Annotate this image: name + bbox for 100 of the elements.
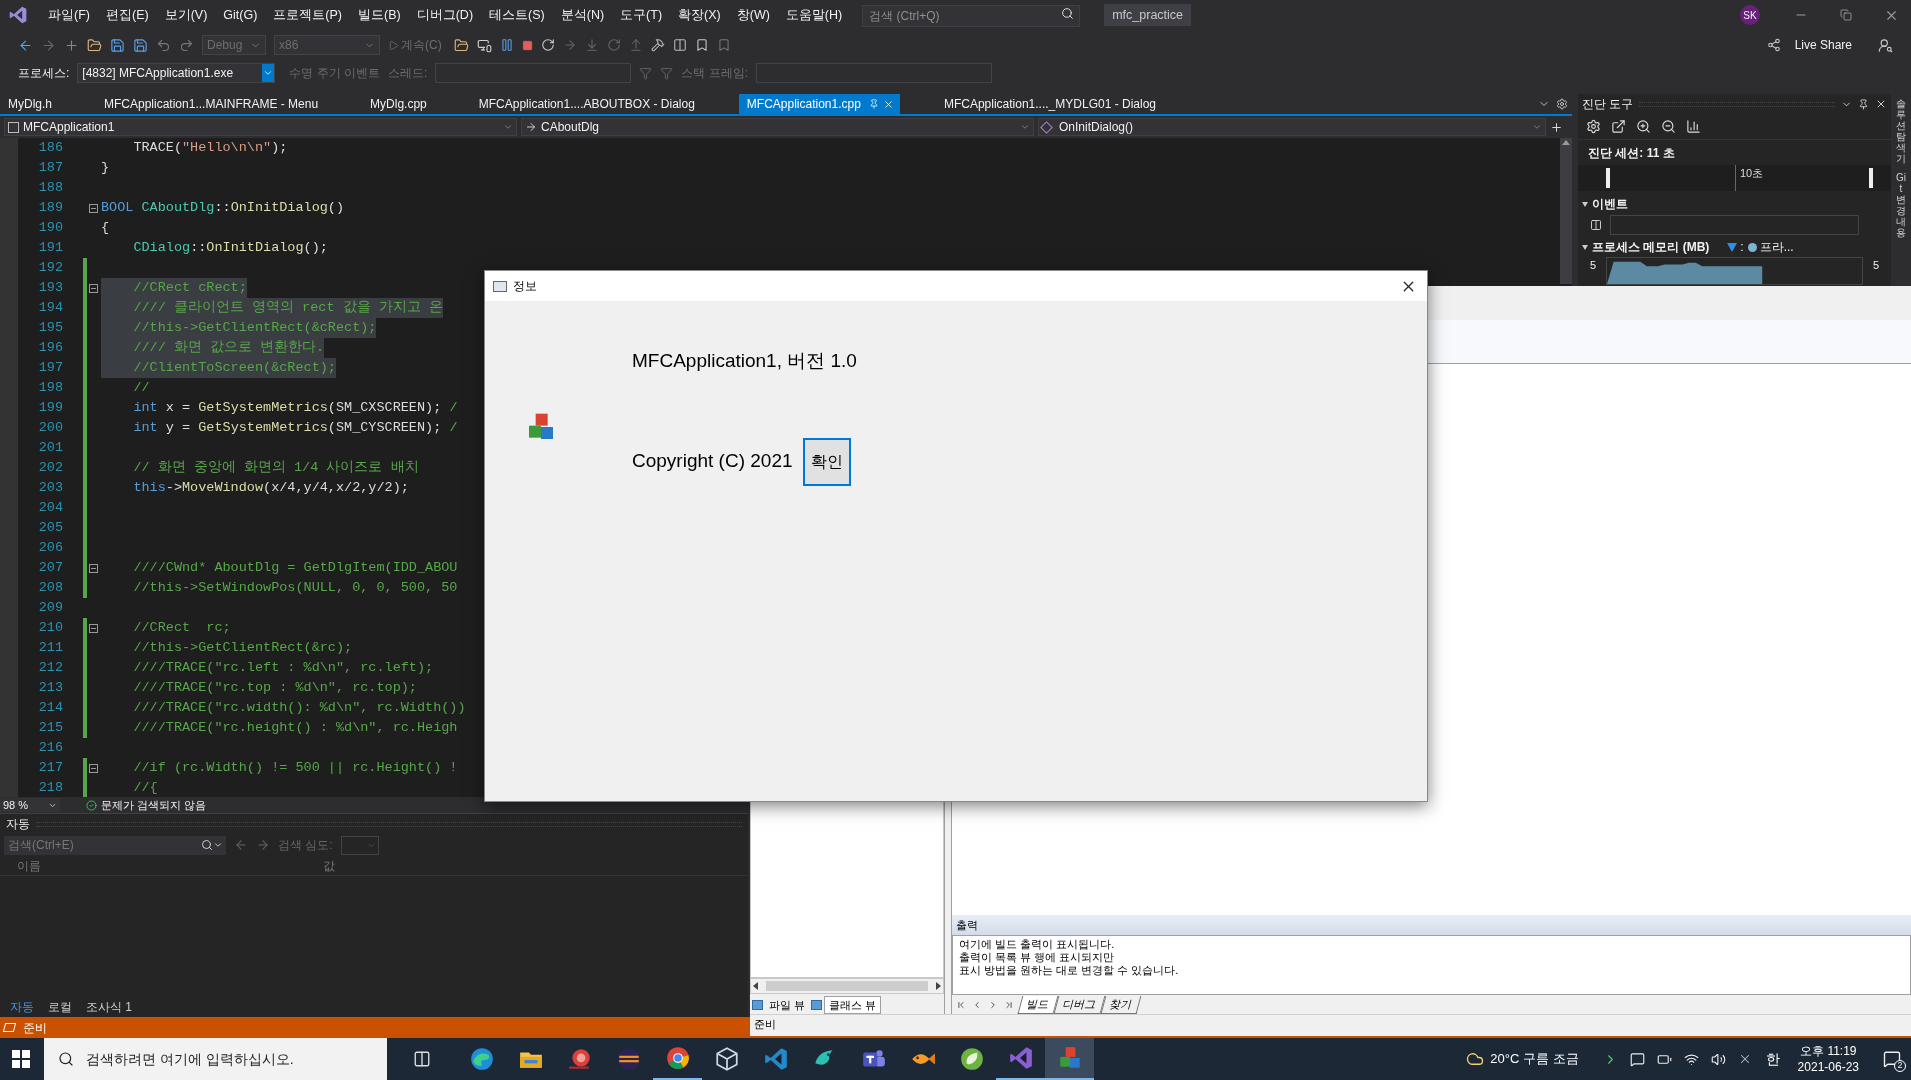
weather-icon[interactable]: [1466, 1050, 1485, 1068]
bookmark-icon[interactable]: [694, 38, 709, 52]
previous-icon[interactable]: [972, 999, 982, 1010]
first-icon[interactable]: [956, 999, 966, 1010]
share-icon[interactable]: [1766, 38, 1781, 52]
restore-icon[interactable]: [1840, 9, 1852, 21]
section-heading[interactable]: 프로세스 메모리 (MB): [1592, 238, 1710, 256]
folder-search-icon[interactable]: [453, 37, 469, 53]
settings-icon[interactable]: [1586, 119, 1601, 134]
back-icon[interactable]: [18, 37, 33, 53]
scrollbar[interactable]: [1560, 138, 1572, 284]
restart-icon[interactable]: [540, 38, 555, 52]
hammer-icon[interactable]: [650, 38, 665, 52]
forward-icon[interactable]: [41, 37, 56, 53]
menu-item[interactable]: 디버그(D): [408, 3, 482, 27]
logo-icon[interactable]: [8, 5, 28, 25]
document-tab[interactable]: MFCApplication1....ABOUTBOX - Dialog: [470, 94, 703, 114]
save-icon[interactable]: [110, 37, 125, 53]
columns-icon[interactable]: [672, 38, 687, 52]
document-tab[interactable]: MyDlg.h: [0, 94, 60, 114]
stop-icon[interactable]: [521, 39, 533, 51]
menu-item[interactable]: 파일(F): [40, 3, 98, 27]
output-tab[interactable]: 빌드: [1017, 995, 1059, 1014]
menu-item[interactable]: Git(G): [215, 3, 266, 27]
chat-icon[interactable]: [1629, 1051, 1645, 1067]
menu-item[interactable]: 도구(T): [612, 3, 671, 27]
output-tab[interactable]: 찾기: [1100, 995, 1142, 1014]
notification-icon[interactable]: [1883, 1050, 1901, 1068]
menu-item[interactable]: 프로젝트(P): [265, 3, 350, 27]
volume-icon[interactable]: [1710, 1051, 1726, 1067]
collapse-icon[interactable]: [88, 563, 98, 573]
menu-item[interactable]: 도움말(H): [777, 3, 851, 27]
feedback-icon[interactable]: [1878, 37, 1893, 53]
clock-time[interactable]: 오후 11:19: [1800, 1043, 1857, 1059]
member-dropdown[interactable]: OnInitDialog(): [1038, 118, 1546, 136]
last-icon[interactable]: [1004, 999, 1014, 1010]
ok-button[interactable]: 확인: [802, 437, 851, 486]
columns-icon[interactable]: [1590, 219, 1602, 231]
undo-icon[interactable]: [156, 37, 171, 53]
folder-icon[interactable]: [87, 37, 102, 53]
menu-item[interactable]: 창(W): [728, 3, 778, 27]
live-share-button[interactable]: Live Share: [1794, 36, 1852, 54]
menu-item[interactable]: 편집(E): [97, 3, 157, 27]
split-icon[interactable]: [1550, 120, 1563, 134]
collapse-icon[interactable]: [88, 623, 98, 633]
panel-tab[interactable]: 로컬: [42, 998, 78, 1016]
collapse-icon[interactable]: [88, 203, 98, 213]
menu-item[interactable]: 테스트(S): [481, 3, 553, 27]
pane-tab[interactable]: 파일 뷰: [765, 996, 810, 1014]
project-dropdown[interactable]: MFCApplication1: [4, 118, 517, 136]
document-tab[interactable]: MyDlg.cpp: [362, 94, 435, 114]
weather-text[interactable]: 20°C 구름 조금: [1490, 1049, 1579, 1069]
menu-item[interactable]: 보기(V): [156, 3, 216, 27]
save-all-icon[interactable]: [133, 37, 148, 53]
export-icon[interactable]: [1611, 119, 1626, 134]
pause-icon[interactable]: [499, 38, 514, 52]
expand-icon[interactable]: [1582, 201, 1588, 207]
process-dropdown[interactable]: [4832] MFCApplication1.exe: [77, 63, 276, 83]
search-icon[interactable]: [58, 1051, 74, 1067]
search-icon[interactable]: [1061, 7, 1075, 20]
zoom-dropdown[interactable]: 98 %: [0, 798, 60, 812]
search-field[interactable]: 검색하려면 여기에 입력하십시오.: [44, 1038, 387, 1080]
panel-tab[interactable]: 조사식 1: [80, 998, 138, 1016]
zoom-out-icon[interactable]: [1661, 119, 1676, 134]
chart-icon[interactable]: [1686, 119, 1701, 134]
menu-item[interactable]: 확장(X): [670, 3, 729, 27]
section-heading[interactable]: 이벤트: [1592, 195, 1628, 213]
redo-icon[interactable]: [179, 37, 194, 53]
menu-item[interactable]: 분석(N): [552, 3, 613, 27]
panel-tab[interactable]: 자동: [4, 998, 40, 1016]
next-icon[interactable]: [988, 999, 998, 1010]
new-item-icon[interactable]: [64, 37, 79, 53]
side-tab[interactable]: 솔루션 탐색기: [1896, 98, 1906, 164]
timeline-ruler[interactable]: 10초: [1578, 165, 1891, 191]
expand-icon[interactable]: [1582, 244, 1588, 250]
collapse-icon[interactable]: [88, 763, 98, 773]
input-language[interactable]: 한: [1765, 1048, 1780, 1070]
side-tab[interactable]: Git 변경 내용: [1896, 172, 1906, 238]
document-tab[interactable]: MFCApplication1...._MYDLG01 - Dialog: [935, 94, 1164, 114]
forward-icon[interactable]: [256, 838, 270, 852]
task-view-icon[interactable]: [413, 1050, 431, 1068]
document-tab[interactable]: MFCApplication1...MAINFRAME - Menu: [96, 94, 327, 114]
pin-icon[interactable]: [1858, 98, 1869, 110]
issues-status[interactable]: 문제가 검색되지 않음: [101, 796, 207, 814]
settings-icon[interactable]: [1556, 98, 1568, 110]
column-header[interactable]: 값: [323, 856, 335, 875]
wifi-icon[interactable]: [1683, 1051, 1699, 1067]
zoom-in-icon[interactable]: [1636, 119, 1651, 134]
collapse-icon[interactable]: [88, 283, 98, 293]
class-dropdown[interactable]: CAboutDlg: [521, 118, 1034, 136]
close-icon[interactable]: [1875, 98, 1887, 110]
menu-item[interactable]: 빌드(B): [350, 3, 409, 27]
column-header[interactable]: 이름: [17, 856, 323, 875]
back-icon[interactable]: [234, 838, 248, 852]
clock-date[interactable]: 2021-06-23: [1797, 1059, 1859, 1075]
window-icon[interactable]: [476, 37, 492, 53]
user-avatar[interactable]: SK: [1740, 5, 1760, 25]
pane-tab[interactable]: 클래스 뷰: [824, 996, 882, 1014]
windows-icon[interactable]: [12, 1050, 30, 1068]
scrollbar[interactable]: [750, 978, 944, 994]
